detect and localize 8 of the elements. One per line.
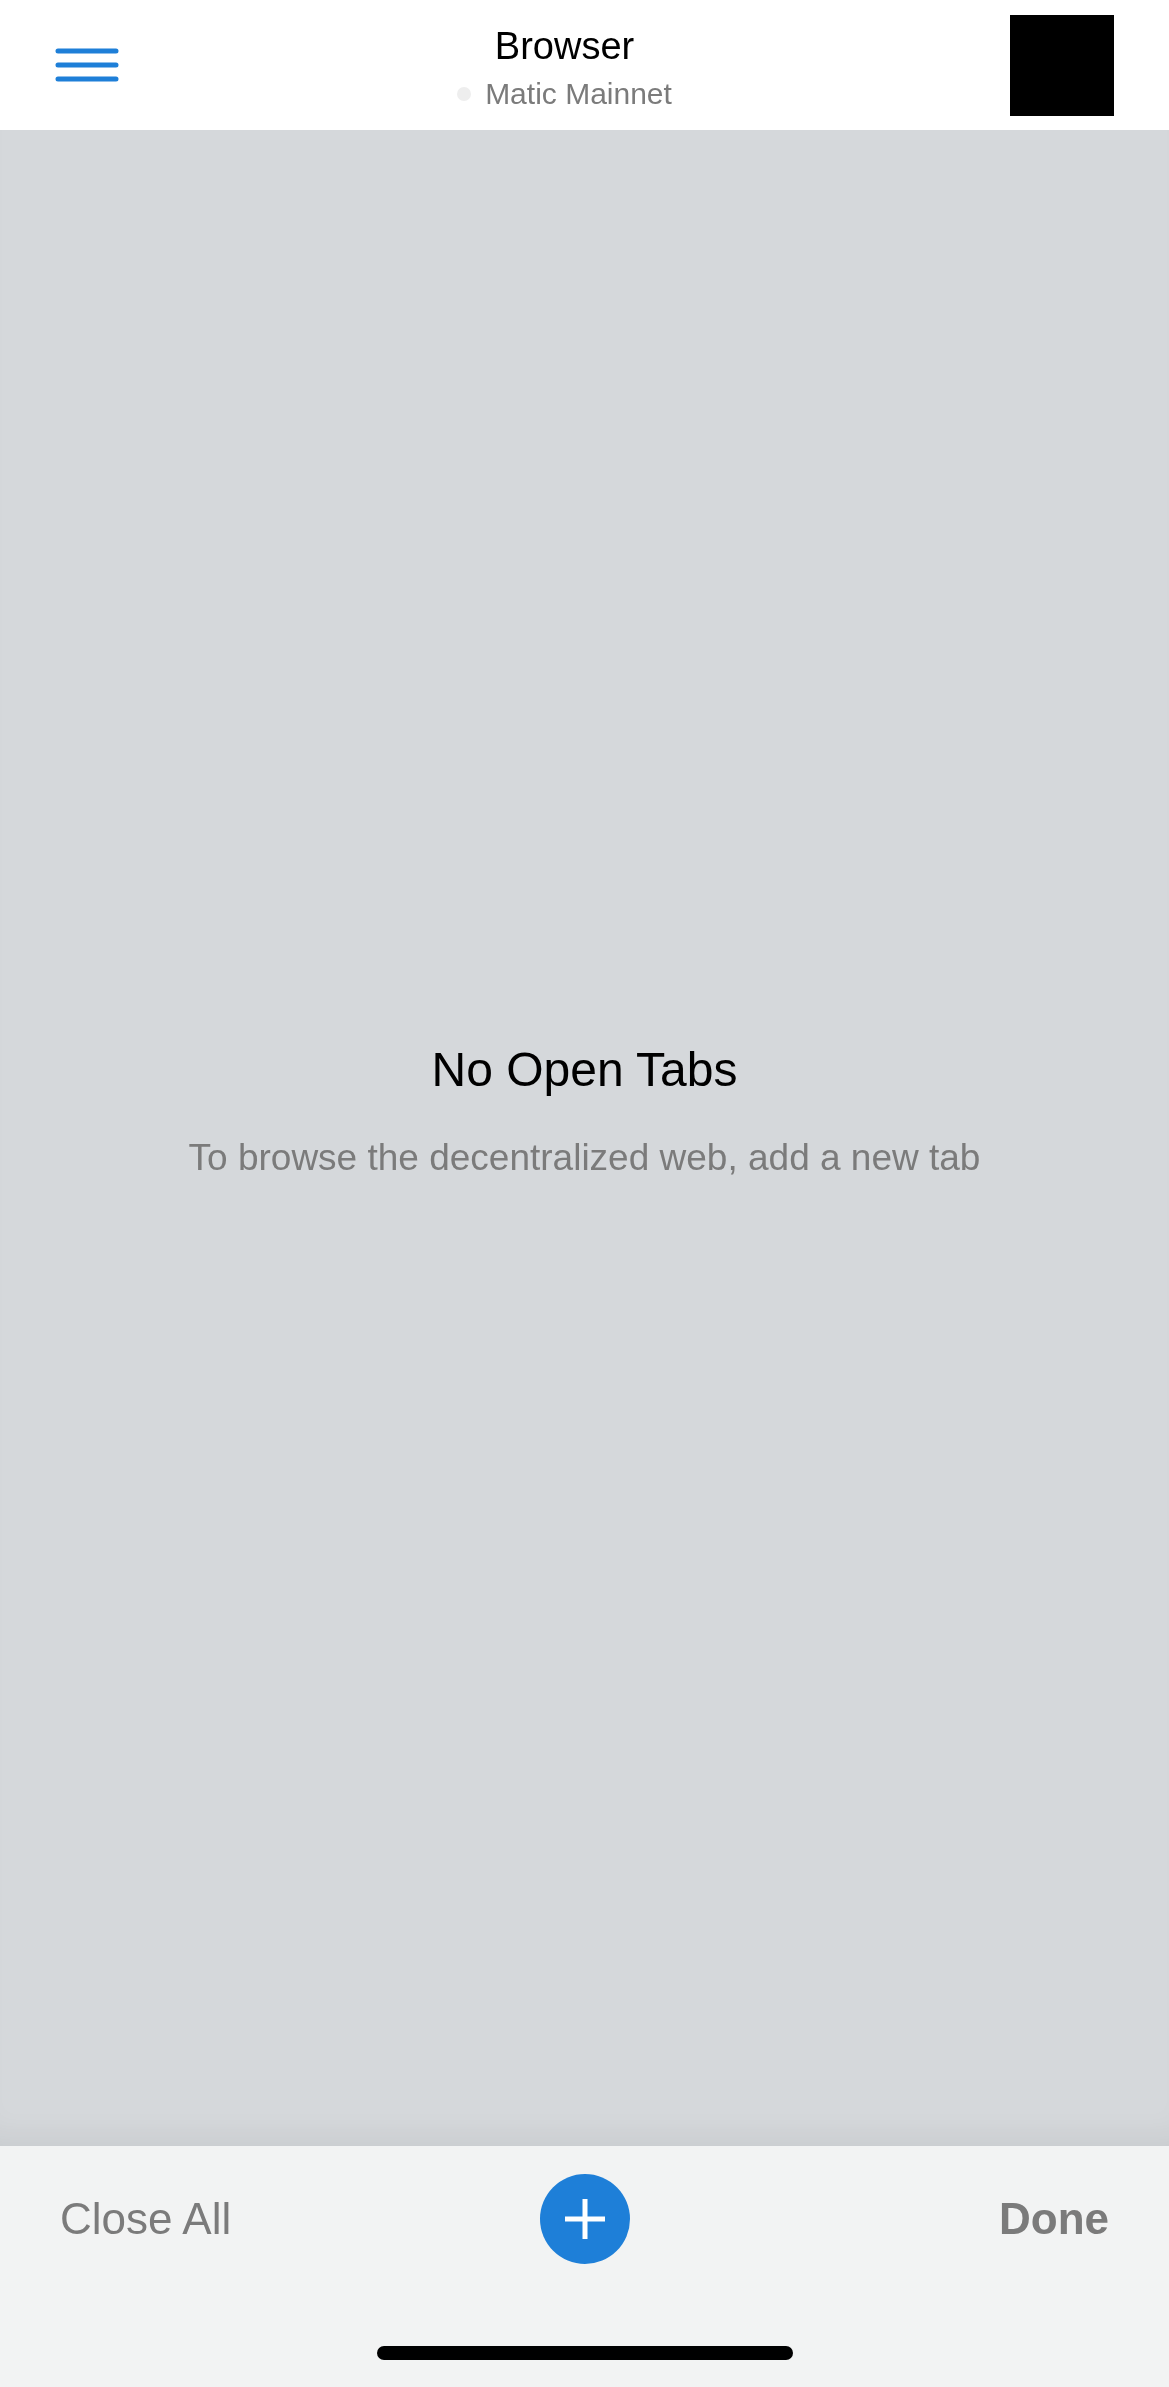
empty-state-title: No Open Tabs — [431, 1042, 738, 1099]
network-name: Matic Mainnet — [485, 76, 672, 112]
close-all-button[interactable]: Close All — [60, 2186, 300, 2252]
plus-icon — [562, 2197, 607, 2241]
screen-title: Browser — [494, 24, 635, 69]
done-button[interactable]: Done — [869, 2186, 1109, 2252]
empty-state-message: To browse the decentralized web, add a new tab — [188, 1136, 981, 1181]
menu-icon — [55, 48, 119, 82]
